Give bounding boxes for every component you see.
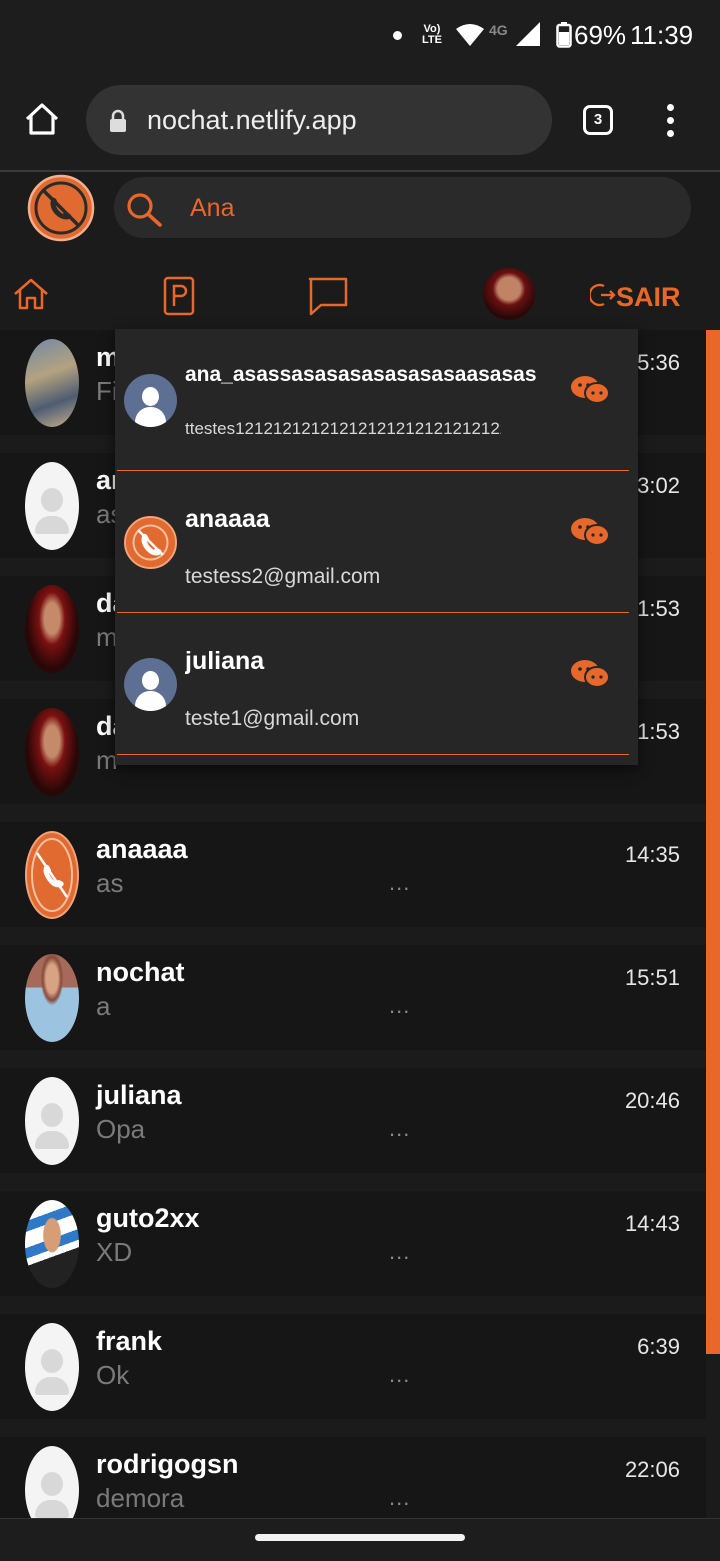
network-type: 4G bbox=[489, 22, 508, 38]
tab-switcher-button[interactable]: 3 bbox=[583, 105, 613, 135]
search-bar bbox=[114, 177, 691, 238]
browser-toolbar: nochat.netlify.app 3 bbox=[0, 72, 720, 172]
chat-name: rodrigogsn bbox=[96, 1449, 239, 1479]
chat-name: juliana bbox=[96, 1080, 182, 1110]
default-avatar-icon bbox=[124, 374, 177, 427]
chat-last-message: Ok bbox=[96, 1360, 130, 1390]
chat-options-dots[interactable]: ... bbox=[389, 870, 410, 896]
lock-icon bbox=[110, 109, 126, 132]
notification-dot-icon bbox=[393, 31, 402, 40]
search-results-dropdown: ana_asassasasasasasasasaasasas ttestes12… bbox=[115, 329, 638, 765]
chat-last-message: XD bbox=[96, 1237, 133, 1267]
chat-options-dots[interactable]: ... bbox=[389, 1362, 410, 1388]
battery-icon bbox=[556, 22, 572, 48]
result-email: teste1@gmail.com bbox=[185, 707, 360, 730]
result-name: juliana bbox=[185, 647, 265, 675]
avatar bbox=[25, 1200, 79, 1288]
start-chat-icon[interactable] bbox=[570, 658, 610, 690]
volte-icon: Vo) LTE bbox=[422, 23, 442, 46]
default-avatar-icon bbox=[25, 1446, 79, 1518]
chat-row[interactable]: juliana Opa 20:46 ... bbox=[0, 1068, 706, 1173]
default-avatar-icon bbox=[25, 1323, 79, 1411]
chat-name: frank bbox=[96, 1326, 163, 1356]
search-input[interactable] bbox=[188, 189, 612, 227]
chat-time: 22:06 bbox=[624, 1457, 680, 1482]
search-result-item[interactable]: ana_asassasasasasasasasaasasas ttestes12… bbox=[115, 329, 638, 471]
chat-last-message: Opa bbox=[96, 1114, 146, 1144]
logout-button[interactable]: SAIR bbox=[616, 282, 681, 313]
start-chat-icon[interactable] bbox=[570, 374, 610, 406]
chat-time: 15:51 bbox=[624, 965, 680, 990]
default-avatar-icon bbox=[124, 658, 177, 711]
result-name: ana_asassasasasasasasasaasasas bbox=[185, 363, 537, 386]
more-menu-icon[interactable] bbox=[660, 104, 680, 143]
divider bbox=[117, 754, 629, 755]
avatar bbox=[25, 339, 79, 427]
chat-name: nochat bbox=[96, 957, 185, 987]
nav-chat-icon[interactable] bbox=[307, 276, 349, 316]
default-avatar-icon bbox=[25, 462, 79, 550]
chat-options-dots[interactable]: ... bbox=[389, 993, 410, 1019]
chat-last-message: as bbox=[96, 868, 124, 898]
search-result-item[interactable]: anaaaa testess2@gmail.com bbox=[115, 471, 638, 613]
logout-icon[interactable] bbox=[590, 282, 616, 308]
clock: 11:39 bbox=[630, 20, 694, 50]
nav-profile-p-icon[interactable] bbox=[163, 276, 195, 316]
search-icon[interactable] bbox=[124, 191, 164, 227]
battery-percent: 69% bbox=[574, 20, 627, 50]
chat-row[interactable]: rodrigogsn demora 22:06 ... bbox=[0, 1437, 706, 1518]
chat-last-message: demora bbox=[96, 1483, 185, 1513]
default-avatar-icon bbox=[25, 1077, 79, 1165]
gesture-navigation-bar bbox=[0, 1518, 720, 1561]
chat-time: 5:36 bbox=[637, 350, 680, 375]
url-text: nochat.netlify.app bbox=[147, 105, 357, 135]
scrollbar-thumb[interactable] bbox=[706, 330, 720, 1354]
user-avatar[interactable] bbox=[483, 268, 535, 320]
address-bar[interactable]: nochat.netlify.app bbox=[86, 85, 552, 155]
nav-home-icon[interactable] bbox=[12, 276, 50, 312]
chat-name: anaaaa bbox=[96, 834, 188, 864]
chat-last-message: a bbox=[96, 991, 111, 1021]
chat-row[interactable]: nochat a 15:51 ... bbox=[0, 945, 706, 1050]
chat-row[interactable]: anaaaa as 14:35 ... bbox=[0, 822, 706, 927]
chat-time: 6:39 bbox=[637, 1334, 680, 1359]
signal-icon bbox=[516, 22, 540, 46]
app-logo-icon[interactable] bbox=[27, 174, 95, 242]
chat-row[interactable]: frank Ok 6:39 ... bbox=[0, 1314, 706, 1419]
app-logo-avatar-icon bbox=[25, 831, 79, 919]
result-email: ttestes12121212121212121212121212122 bbox=[185, 419, 501, 438]
status-bar: Vo) LTE 4G 69% 11:39 bbox=[0, 0, 720, 72]
chat-options-dots[interactable]: ... bbox=[389, 1485, 410, 1511]
chat-row[interactable]: guto2xx XD 14:43 ... bbox=[0, 1191, 706, 1296]
avatar bbox=[25, 585, 79, 673]
result-email: testess2@gmail.com bbox=[185, 565, 381, 588]
home-gesture-handle[interactable] bbox=[255, 1534, 465, 1541]
chat-time: 14:43 bbox=[624, 1211, 680, 1236]
wifi-icon bbox=[456, 24, 484, 46]
chat-options-dots[interactable]: ... bbox=[389, 1116, 410, 1142]
search-result-item[interactable]: juliana teste1@gmail.com bbox=[115, 613, 638, 755]
home-icon[interactable] bbox=[24, 102, 60, 136]
app-container: SAIR m Fi 5:36 ar as 3:02 da m 1:53 da m… bbox=[0, 172, 720, 1518]
chat-time: 14:35 bbox=[624, 842, 680, 867]
avatar bbox=[25, 708, 79, 796]
chat-time: 20:46 bbox=[624, 1088, 680, 1113]
start-chat-icon[interactable] bbox=[570, 516, 610, 548]
chat-time: 3:02 bbox=[637, 473, 680, 498]
chat-time: 1:53 bbox=[637, 596, 680, 621]
chat-name: guto2xx bbox=[96, 1203, 200, 1233]
avatar bbox=[25, 954, 79, 1042]
chat-time: 1:53 bbox=[637, 719, 680, 744]
chat-options-dots[interactable]: ... bbox=[389, 1239, 410, 1265]
result-name: anaaaa bbox=[185, 505, 270, 533]
app-logo-avatar-icon bbox=[124, 516, 177, 569]
